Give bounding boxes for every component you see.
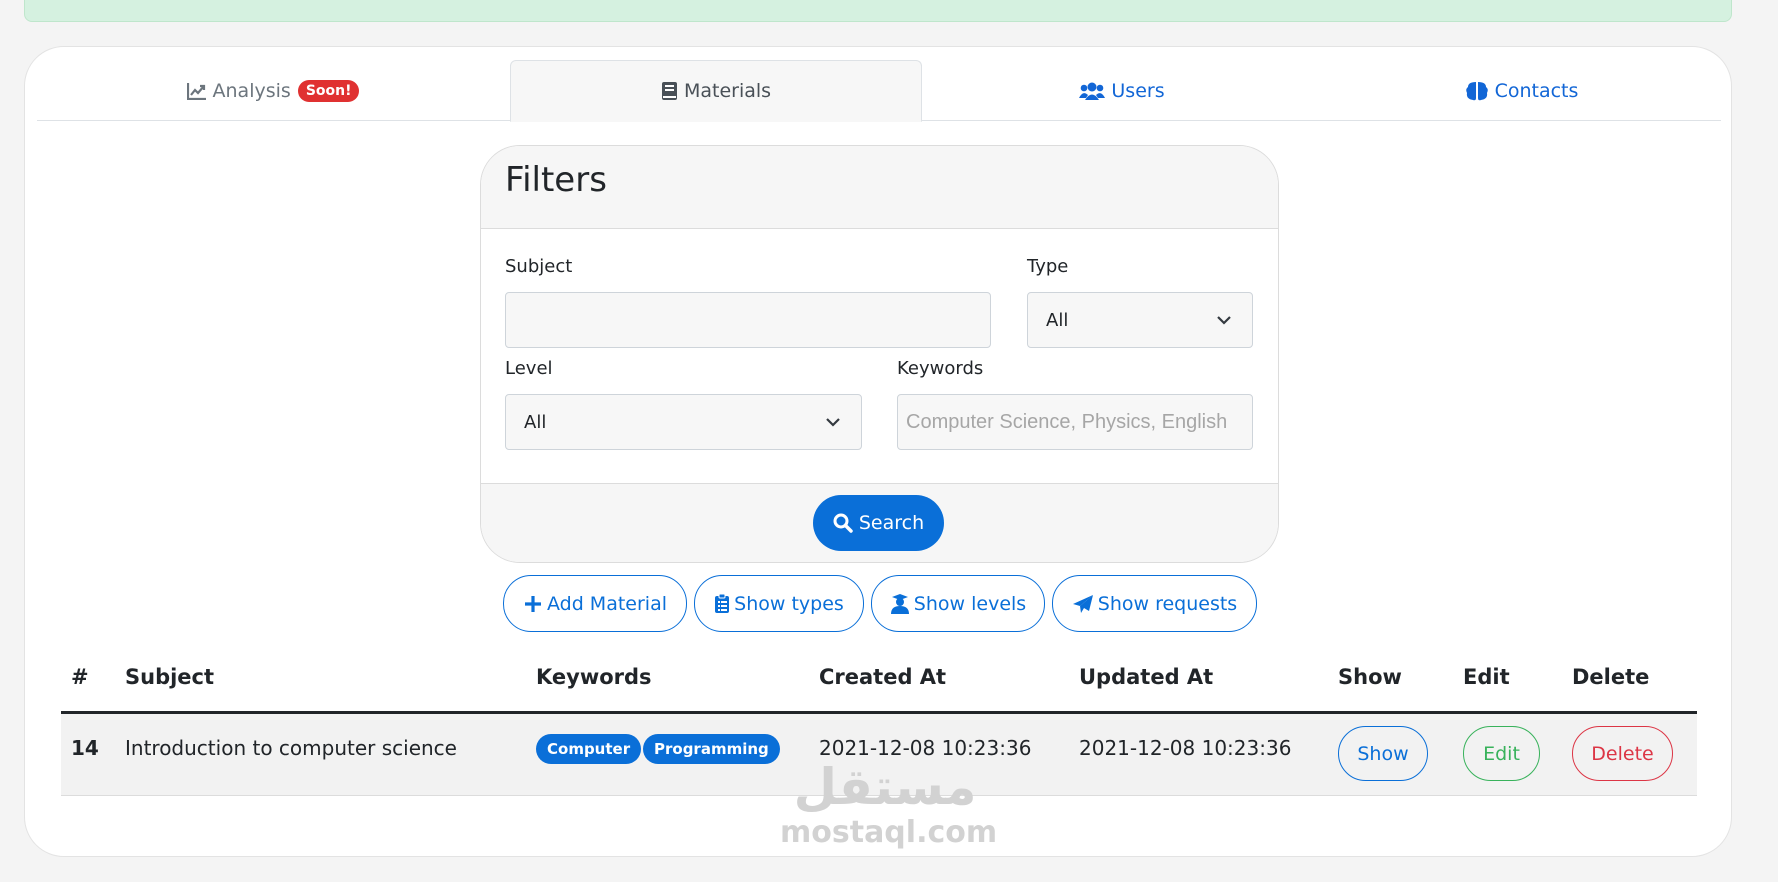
watermark-latin: mostaql.com <box>780 815 998 850</box>
subject-input[interactable] <box>505 292 991 348</box>
watermark-logo: مستقل mostaql.com <box>780 758 998 851</box>
keywords-label: Keywords <box>897 358 984 379</box>
row-subject: Introduction to computer science <box>125 736 457 760</box>
tab-materials[interactable]: Materials <box>510 60 922 122</box>
search-icon <box>833 513 853 533</box>
paper-plane-icon <box>1072 594 1094 614</box>
show-types-label: Show types <box>734 592 844 615</box>
chart-line-icon <box>186 82 207 100</box>
table-header: # Subject Keywords Created At Updated At… <box>61 647 1697 714</box>
chevron-down-icon <box>1216 311 1232 334</box>
type-select-value: All <box>1046 309 1069 331</box>
col-show: Show <box>1338 665 1402 689</box>
keyword-badge: Computer <box>536 734 642 764</box>
tab-materials-label: Materials <box>683 80 772 102</box>
keywords-input[interactable]: Computer Science, Physics, English <box>897 394 1253 450</box>
brain-icon <box>1465 81 1489 101</box>
filters-panel: Filters Subject Type All Level All Keywo… <box>480 145 1279 563</box>
main-card: Analysis Soon! Materials Users Contacts … <box>24 46 1732 857</box>
col-edit: Edit <box>1463 665 1510 689</box>
type-label: Type <box>1027 256 1069 277</box>
add-material-label: Add Material <box>546 592 667 615</box>
level-label: Level <box>505 358 553 379</box>
show-types-button[interactable]: Show types <box>694 575 864 632</box>
col-id: # <box>71 665 89 689</box>
clipboard-list-icon <box>714 593 730 614</box>
keyword-badge: Programming <box>643 734 780 764</box>
edit-button[interactable]: Edit <box>1463 726 1540 781</box>
tab-users[interactable]: Users <box>922 60 1322 121</box>
success-alert <box>24 0 1732 22</box>
delete-button[interactable]: Delete <box>1572 726 1673 781</box>
plus-icon <box>523 594 543 614</box>
users-icon <box>1079 82 1106 100</box>
chevron-down-icon <box>825 413 841 436</box>
show-levels-button[interactable]: Show levels <box>871 575 1045 632</box>
filters-title: Filters <box>481 146 1278 229</box>
show-button[interactable]: Show <box>1338 726 1428 781</box>
tab-users-label: Users <box>1111 79 1165 102</box>
filters-footer: Search <box>481 483 1278 562</box>
watermark-arabic: مستقل <box>793 758 977 816</box>
search-button-label: Search <box>858 512 925 534</box>
tab-contacts[interactable]: Contacts <box>1322 60 1721 121</box>
book-icon <box>661 81 678 101</box>
tab-analysis-label: Analysis <box>212 79 291 102</box>
soon-badge: Soon! <box>297 79 360 102</box>
user-graduate-icon <box>890 593 910 614</box>
tab-contacts-label: Contacts <box>1494 79 1579 102</box>
show-requests-label: Show requests <box>1097 592 1238 615</box>
show-requests-button[interactable]: Show requests <box>1052 575 1257 632</box>
add-material-button[interactable]: Add Material <box>503 575 687 632</box>
show-levels-label: Show levels <box>913 592 1027 615</box>
subject-label: Subject <box>505 256 573 277</box>
type-select[interactable]: All <box>1027 292 1253 348</box>
col-created-at: Created At <box>819 665 947 689</box>
search-button[interactable]: Search <box>813 495 944 551</box>
level-select-value: All <box>524 411 547 433</box>
row-created-at: 2021-12-08 10:23:36 <box>819 736 1032 760</box>
col-delete: Delete <box>1572 665 1650 689</box>
col-subject: Subject <box>125 665 215 689</box>
row-updated-at: 2021-12-08 10:23:36 <box>1079 736 1292 760</box>
tab-bar: Analysis Soon! Materials Users Contacts <box>37 60 1721 122</box>
col-keywords: Keywords <box>536 665 652 689</box>
tab-analysis[interactable]: Analysis Soon! <box>37 60 509 121</box>
row-id: 14 <box>71 736 99 760</box>
col-updated-at: Updated At <box>1079 665 1214 689</box>
level-select[interactable]: All <box>505 394 862 450</box>
keywords-placeholder: Computer Science, Physics, English <box>906 410 1228 433</box>
